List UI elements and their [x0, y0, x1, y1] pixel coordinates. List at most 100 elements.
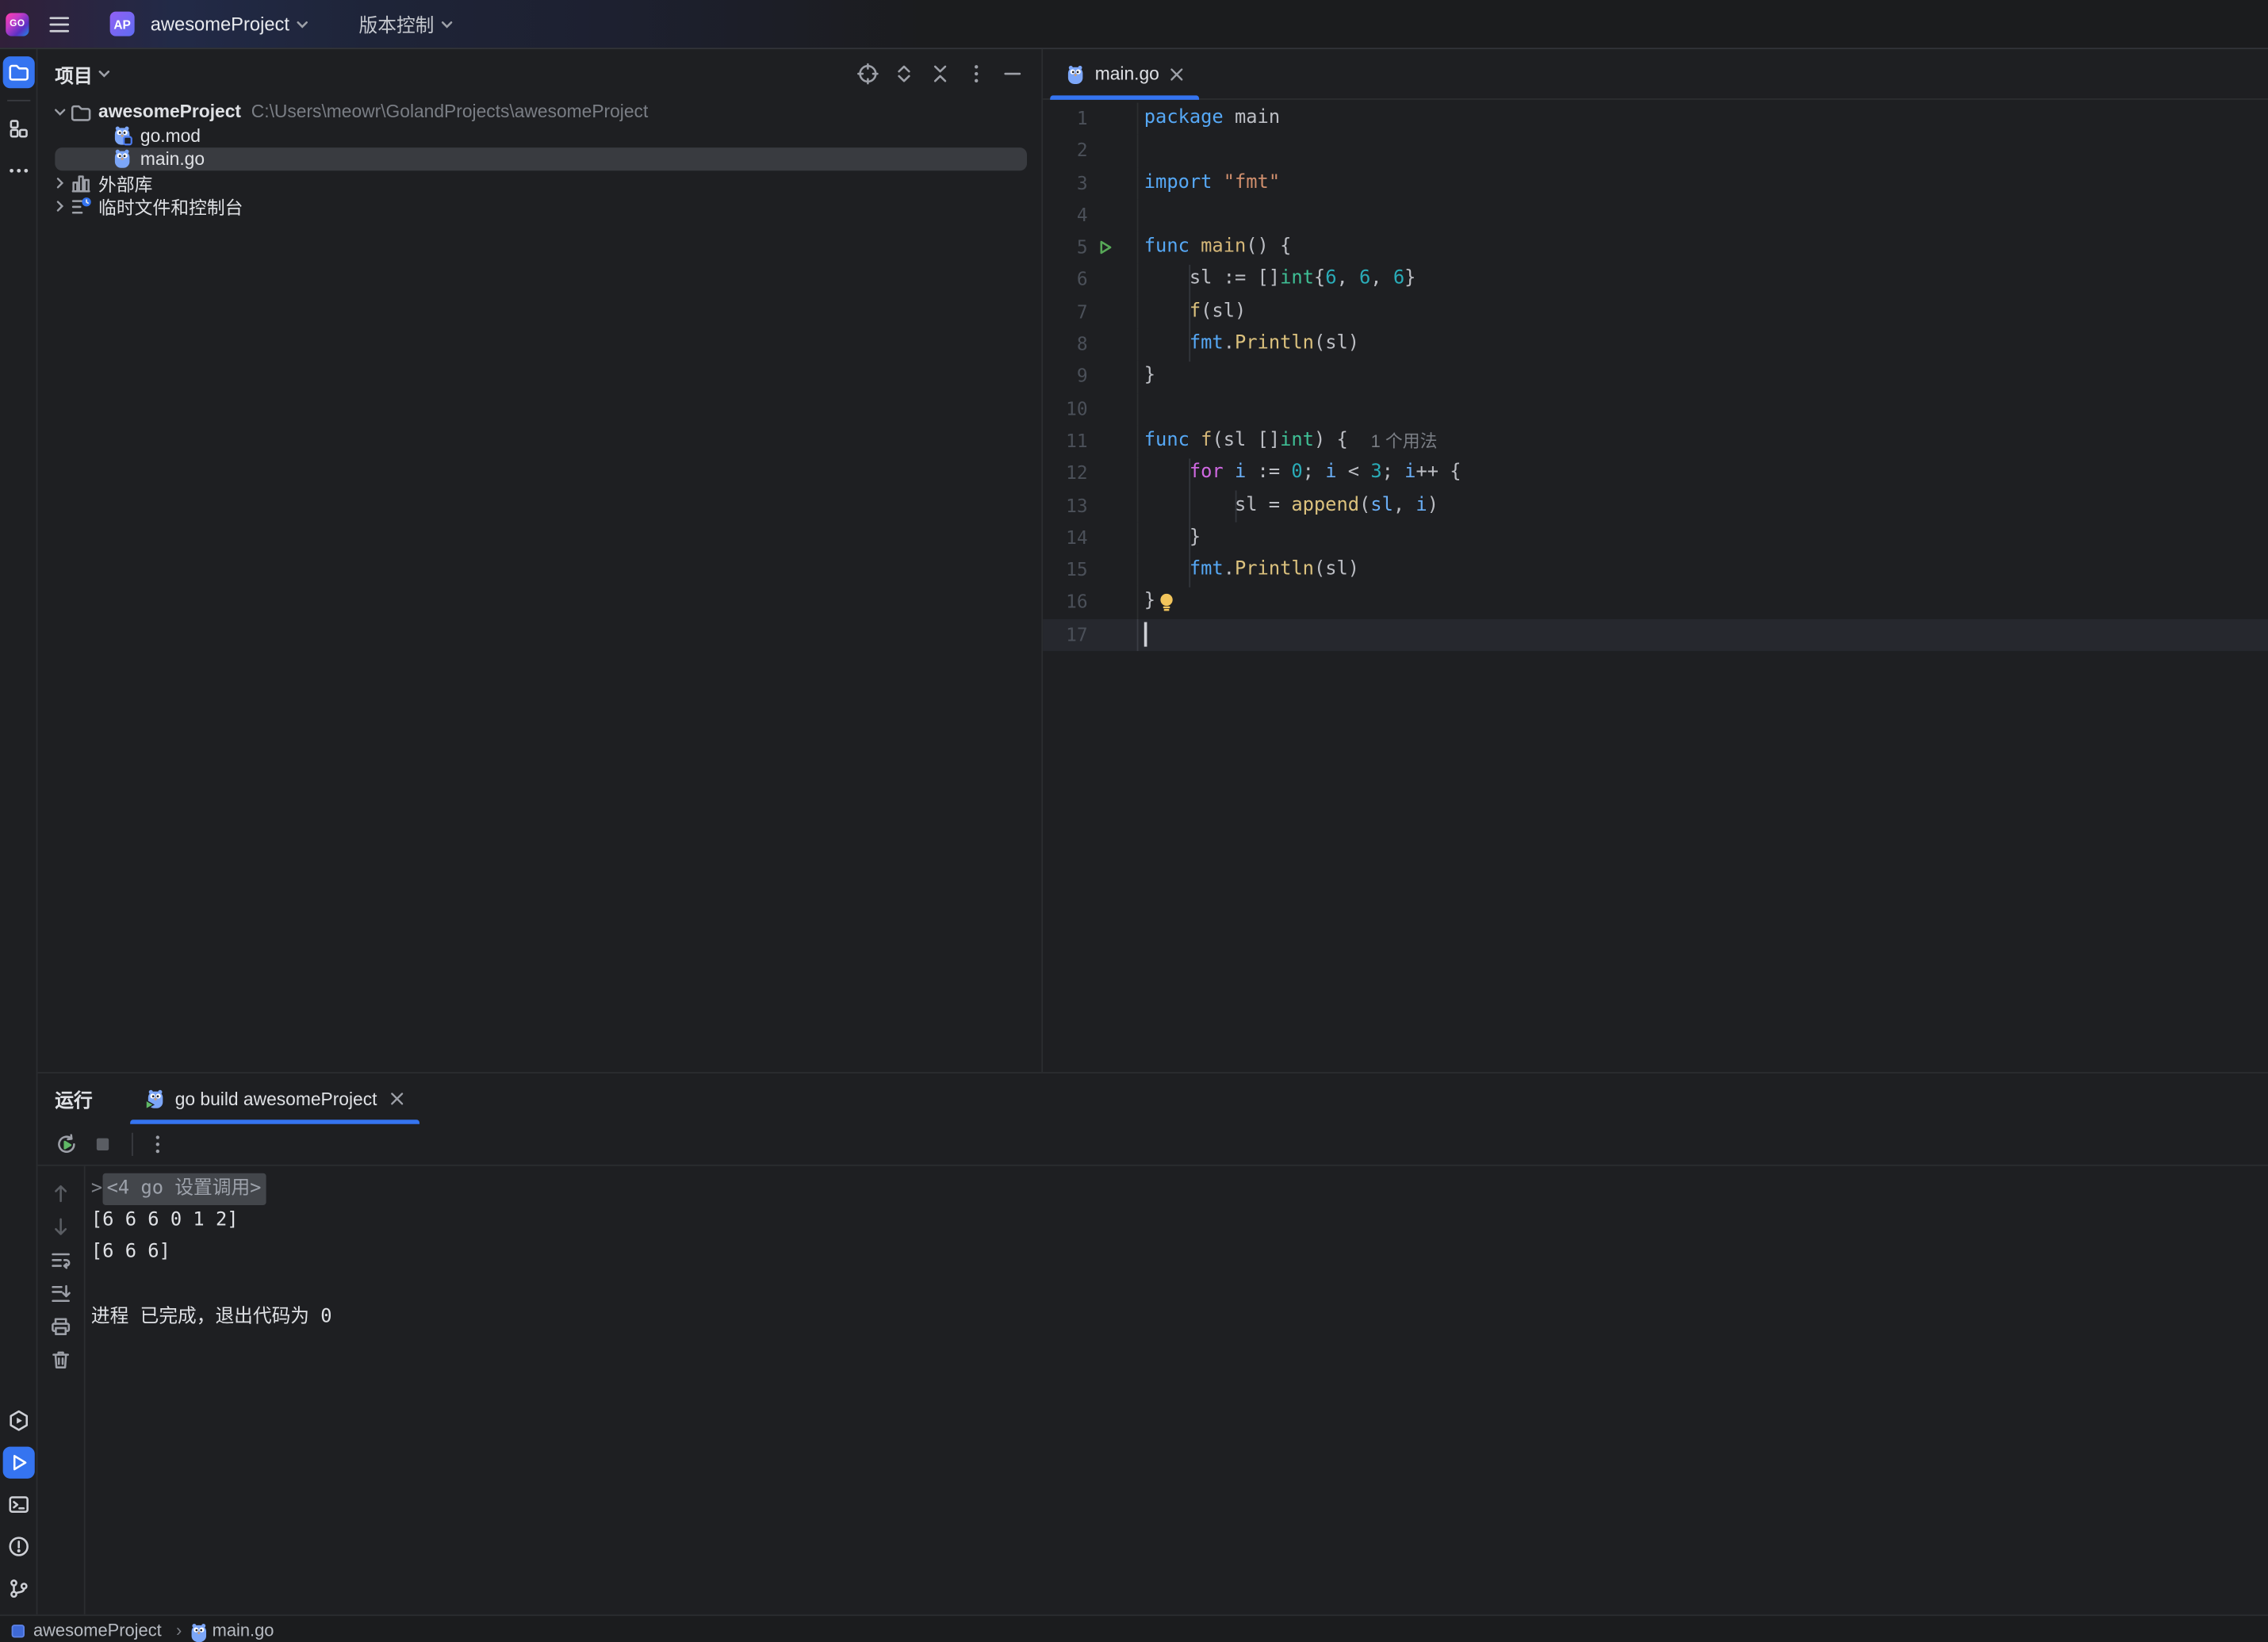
gopher-icon — [111, 148, 132, 170]
close-icon[interactable] — [1170, 66, 1186, 82]
goland-window: GO AP awesomeProject 版本控制 项目 — [0, 0, 2268, 1642]
locate-icon[interactable] — [853, 59, 882, 88]
line-number: 5 — [1043, 232, 1088, 264]
arrow-down-button[interactable] — [45, 1211, 77, 1242]
code-line-9[interactable]: 9} — [1043, 361, 2268, 393]
code-text: sl = append(sl, i) — [1138, 490, 1439, 522]
line-number: 16 — [1043, 587, 1088, 619]
line-number: 1 — [1043, 103, 1088, 136]
chevron-down-icon — [295, 17, 309, 31]
close-icon[interactable] — [389, 1091, 404, 1107]
statusbar-module[interactable]: awesomeProject — [12, 1621, 162, 1641]
code-token: . — [1224, 328, 1235, 361]
code-line-17[interactable]: 17 — [1043, 619, 2268, 652]
code-line-14[interactable]: 14 } — [1043, 522, 2268, 554]
activitybar-terminal-icon[interactable] — [2, 1489, 34, 1521]
code-line-8[interactable]: 8 fmt.Println(sl) — [1043, 328, 2268, 361]
run-toolbar — [37, 1124, 2268, 1166]
goland-logo-icon: GO — [6, 13, 29, 36]
trash-button[interactable] — [45, 1344, 77, 1376]
code-line-12[interactable]: 12 for i := 0; i < 3; i++ { — [1043, 457, 2268, 490]
intention-bulb-icon[interactable] — [1157, 591, 1176, 613]
code-token — [1144, 297, 1190, 329]
code-text: } — [1138, 522, 1201, 554]
editor-tab-main-go[interactable]: main.go — [1050, 49, 1200, 98]
activitybar-more-icon[interactable] — [2, 155, 34, 186]
code-token — [1190, 232, 1201, 264]
vcs-widget-label: 版本控制 — [359, 10, 435, 38]
code-token: "fmt" — [1224, 167, 1280, 200]
options-kebab-icon[interactable] — [962, 59, 990, 88]
gopher-mod-icon — [111, 124, 132, 146]
scroll-end-button[interactable] — [45, 1277, 77, 1309]
activitybar-structure-icon[interactable] — [2, 113, 34, 144]
code-line-2[interactable]: 2 — [1043, 135, 2268, 167]
code-line-5[interactable]: 5func main() { — [1043, 232, 2268, 264]
code-text: for i := 0; i < 3; i++ { — [1138, 457, 1461, 490]
stop-button[interactable] — [86, 1128, 118, 1160]
code-token: sl := [] — [1144, 264, 1280, 297]
code-token: i — [1325, 457, 1336, 490]
collapse-all-icon[interactable] — [925, 59, 954, 88]
activitybar-services-icon[interactable] — [2, 1405, 34, 1437]
tree-chevron-icon[interactable] — [49, 104, 70, 120]
code-token: 1 个用法 — [1371, 425, 1438, 457]
rerun-button[interactable] — [51, 1128, 82, 1160]
activitybar-problems-icon[interactable] — [2, 1531, 34, 1563]
code-token: } — [1144, 361, 1155, 393]
chevron-down-icon[interactable] — [97, 67, 111, 81]
code-text: fmt.Println(sl) — [1138, 554, 1359, 587]
tree-item-外部库[interactable]: 外部库 — [37, 171, 1041, 195]
code-line-4[interactable]: 4 — [1043, 200, 2268, 232]
console-gutter-toolbar — [37, 1166, 85, 1615]
more-options-button[interactable] — [142, 1128, 174, 1160]
code-token: } — [1144, 522, 1201, 554]
statusbar-module-label: awesomeProject — [33, 1621, 162, 1641]
project-tool-window: 项目 awesomeProjectC:\Users\meowr\GolandPr… — [37, 49, 1043, 1072]
arrow-up-button[interactable] — [45, 1177, 77, 1209]
code-token: f — [1190, 297, 1201, 329]
soft-wrap-button[interactable] — [45, 1244, 77, 1276]
run-panel-title: 运行 — [37, 1074, 109, 1124]
activitybar-version-control-icon[interactable] — [2, 1572, 34, 1604]
code-line-15[interactable]: 15 fmt.Println(sl) — [1043, 554, 2268, 587]
run-config-tab[interactable]: go build awesomeProject — [130, 1074, 419, 1124]
hide-icon[interactable] — [998, 59, 1027, 88]
tree-item-main.go[interactable]: main.go — [37, 147, 1041, 171]
code-line-6[interactable]: 6 sl := []int{6, 6, 6} — [1043, 264, 2268, 297]
statusbar-file[interactable]: main.go — [188, 1621, 274, 1641]
code-token: sl — [1370, 490, 1393, 522]
activitybar-run-icon[interactable] — [2, 1447, 34, 1479]
tree-item-awesomeProject[interactable]: awesomeProjectC:\Users\meowr\GolandProje… — [37, 100, 1041, 124]
code-token: ) { — [1314, 425, 1359, 457]
tree-item-临时文件和控制台[interactable]: 临时文件和控制台 — [37, 195, 1041, 219]
code-line-7[interactable]: 7 f(sl) — [1043, 297, 2268, 329]
code-line-3[interactable]: 3import "fmt" — [1043, 167, 2268, 200]
line-number: 12 — [1043, 457, 1088, 490]
title-bar: GO AP awesomeProject 版本控制 — [0, 0, 2268, 49]
code-line-10[interactable]: 10 — [1043, 393, 2268, 426]
code-token: ++ { — [1416, 457, 1461, 490]
code-line-11[interactable]: 11func f(sl []int) { 1 个用法 — [1043, 425, 2268, 457]
expand-all-icon[interactable] — [890, 59, 918, 88]
code-line-13[interactable]: 13 sl = append(sl, i) — [1043, 490, 2268, 522]
tree-chevron-icon[interactable] — [49, 175, 70, 191]
code-token — [1224, 457, 1235, 490]
code-editor[interactable]: 1package main23import "fmt"45func main()… — [1043, 100, 2268, 1072]
main-menu-button[interactable] — [40, 6, 78, 41]
run-gutter-icon[interactable] — [1097, 239, 1114, 257]
code-token: f — [1201, 425, 1212, 457]
folded-command-chip[interactable]: <4 go 设置调用> — [102, 1173, 266, 1206]
project-widget[interactable]: awesomeProject — [135, 6, 316, 41]
tree-item-go.mod[interactable]: go.mod — [37, 124, 1041, 147]
tree-chevron-icon[interactable] — [49, 198, 70, 214]
vcs-widget[interactable]: 版本控制 — [316, 6, 460, 41]
activitybar-project-folder-icon[interactable] — [2, 56, 34, 88]
code-token: for — [1190, 457, 1224, 490]
print-button[interactable] — [45, 1311, 77, 1342]
code-line-1[interactable]: 1package main — [1043, 103, 2268, 136]
code-token: (sl) — [1201, 297, 1246, 329]
code-token: (sl) — [1314, 554, 1359, 587]
code-line-16[interactable]: 16} — [1043, 587, 2268, 619]
code-token: i — [1416, 490, 1427, 522]
